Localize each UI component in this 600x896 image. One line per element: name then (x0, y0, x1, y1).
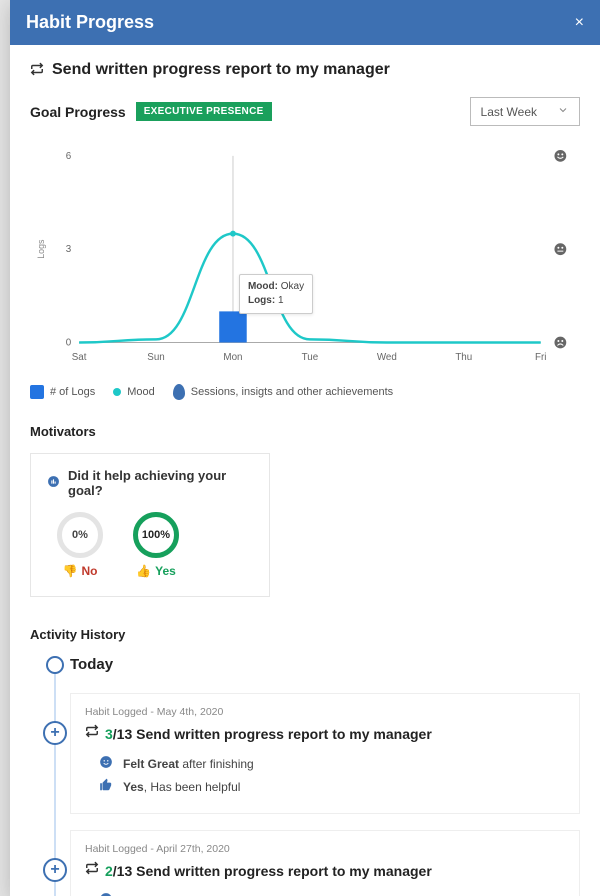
entry-title-row: 3/13 Send written progress report to my … (85, 724, 565, 743)
legend-logs: # of Logs (30, 385, 95, 399)
legend-sessions: Sessions, insigts and other achievements (173, 384, 393, 400)
smile-icon (99, 892, 113, 896)
motivators-title: Motivators (30, 424, 580, 439)
svg-text:Sat: Sat (72, 352, 87, 363)
activity-entry[interactable]: Habit Logged - April 27th, 2020 2/13 Sen… (70, 830, 580, 896)
donut-yes-value: 100% (133, 512, 179, 558)
svg-text:Wed: Wed (377, 352, 397, 363)
thumbs-up-icon: 👍 (136, 564, 151, 578)
habit-progress-modal: Habit Progress × Send written progress r… (10, 0, 600, 896)
close-icon[interactable]: × (575, 14, 584, 32)
legend-mood: Mood (113, 386, 155, 398)
entry-meta: Habit Logged - April 27th, 2020 (85, 843, 565, 855)
timeline-node-today (46, 656, 64, 674)
repeat-icon (85, 724, 99, 743)
goal-progress-label: Goal Progress (30, 104, 126, 120)
svg-text:Fri: Fri (535, 352, 546, 363)
stat-icon (47, 475, 60, 491)
chart-legend: # of Logs Mood Sessions, insigts and oth… (30, 384, 580, 400)
entry-feeling: Felt Great after finishing (85, 755, 565, 772)
modal-header: Habit Progress × (10, 0, 600, 45)
activity-timeline: Today Habit Logged - May 4th, 2020 3/13 … (30, 656, 580, 896)
motivator-donuts: 0% 👎 No 100% 👍 Yes (47, 512, 253, 578)
motivator-card: Did it help achieving your goal? 0% 👎 No… (30, 453, 270, 597)
period-selected: Last Week (481, 105, 537, 119)
svg-text:Logs: Logs (36, 239, 46, 259)
square-icon (30, 385, 44, 399)
timeline-expand-button[interactable]: + (43, 721, 67, 745)
entry-title: 3/13 Send written progress report to my … (105, 726, 432, 742)
svg-text:3: 3 (66, 244, 72, 255)
svg-text:0: 0 (66, 337, 72, 348)
goal-tag[interactable]: EXECUTIVE PRESENCE (136, 102, 272, 121)
chart-svg: Logs 0 3 6 Sat Sun Mon Tue Wed Thu Fri (30, 144, 580, 374)
repeat-icon (85, 861, 99, 880)
svg-text:Mon: Mon (223, 352, 242, 363)
activity-entry[interactable]: Habit Logged - May 4th, 2020 3/13 Send w… (70, 693, 580, 814)
habit-title-row: Send written progress report to my manag… (30, 61, 580, 79)
thumbs-down-icon: 👎 (63, 564, 78, 578)
entry-helpful: Yes, Has been helpful (85, 778, 565, 795)
dot-icon (113, 388, 121, 396)
entry-title-row: 2/13 Send written progress report to my … (85, 861, 565, 880)
svg-text:6: 6 (66, 151, 72, 162)
svg-text:Sun: Sun (147, 352, 164, 363)
goal-row: Goal Progress EXECUTIVE PRESENCE Last We… (30, 97, 580, 126)
donut-yes-label: 👍 Yes (136, 564, 176, 578)
entry-meta: Habit Logged - May 4th, 2020 (85, 706, 565, 718)
pin-icon (173, 384, 185, 400)
smile-icon (99, 755, 113, 772)
timeline-expand-button[interactable]: + (43, 858, 67, 882)
svg-text:Tue: Tue (302, 352, 319, 363)
entry-title: 2/13 Send written progress report to my … (105, 863, 432, 879)
entry-feeling: Felt Okay after finishing (85, 892, 565, 896)
donut-yes: 100% 👍 Yes (133, 512, 179, 578)
habit-title: Send written progress report to my manag… (52, 61, 390, 79)
timeline-today-label: Today (70, 656, 580, 673)
donut-no: 0% 👎 No (57, 512, 103, 578)
motivator-question: Did it help achieving your goal? (68, 468, 253, 498)
donut-no-value: 0% (57, 512, 103, 558)
motivator-question-row: Did it help achieving your goal? (47, 468, 253, 498)
goal-left: Goal Progress EXECUTIVE PRESENCE (30, 102, 272, 121)
thumbs-up-icon (99, 778, 113, 795)
chart-tooltip: Mood: Okay Logs: 1 (239, 274, 313, 314)
svg-text:Thu: Thu (455, 352, 472, 363)
donut-no-label: 👎 No (63, 564, 98, 578)
chevron-down-icon (557, 104, 569, 119)
activity-history-title: Activity History (30, 627, 580, 642)
repeat-icon (30, 62, 44, 79)
progress-chart: Logs 0 3 6 Sat Sun Mon Tue Wed Thu Fri Mood: Okay … (30, 144, 580, 374)
modal-body: Send written progress report to my manag… (10, 45, 600, 896)
period-select[interactable]: Last Week (470, 97, 580, 126)
modal-title: Habit Progress (26, 12, 154, 33)
